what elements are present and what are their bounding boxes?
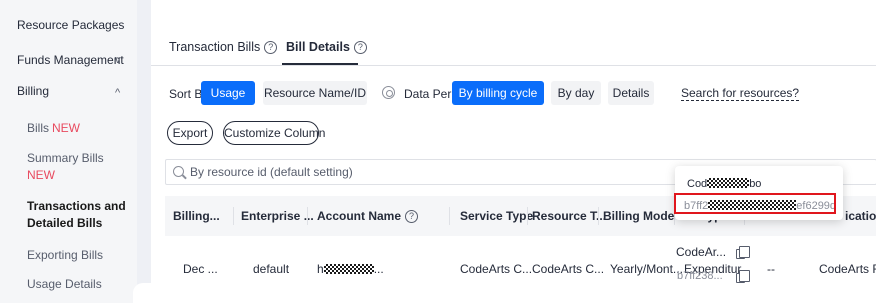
sidebar-item-transactions-detailed-bills[interactable]: Transactions and Detailed Bills — [27, 199, 126, 230]
column-separator[interactable] — [527, 207, 528, 225]
redacted-mosaic — [323, 264, 374, 274]
active-tab-indicator — [282, 63, 358, 65]
th-billing-mode[interactable]: Billing Mode — [603, 209, 674, 223]
cell-billing-mode: Yearly/Mont... — [610, 262, 683, 276]
period-details-button[interactable]: Details — [608, 81, 654, 105]
help-icon[interactable]: ? — [405, 210, 419, 223]
sidebar-divider — [137, 0, 151, 303]
chevron-down-icon[interactable]: v — [115, 54, 121, 66]
sidebar-item-label: Bills — [27, 121, 50, 135]
th-account-name[interactable]: Account Name? — [317, 209, 419, 223]
sidebar-item-billing[interactable]: Billing — [17, 84, 49, 98]
sidebar-item-label: Usage Details — [27, 277, 102, 291]
export-button[interactable]: Export — [167, 121, 213, 145]
sidebar-item-label: Exporting Bills — [27, 248, 104, 262]
sidebar-item-label: Resource Packages — [17, 18, 125, 32]
search-icon — [173, 166, 184, 177]
cell-application: CodeArts F... — [819, 262, 876, 276]
column-separator[interactable] — [449, 207, 450, 225]
help-icon[interactable]: ? — [353, 41, 367, 54]
cell-empty-dash: -- — [767, 262, 775, 276]
help-icon[interactable]: ? — [264, 41, 278, 54]
tooltip-text: bo — [749, 178, 762, 190]
column-separator[interactable] — [307, 207, 308, 225]
period-billing-cycle-button[interactable]: By billing cycle — [452, 81, 544, 105]
column-separator[interactable] — [598, 207, 599, 225]
tabs-divider — [151, 65, 876, 66]
sidebar-item-label-line2: Detailed Bills — [27, 216, 103, 230]
cell-resource-type: CodeArts C... — [532, 262, 605, 276]
sidebar: Resource Packages Funds Management v Bil… — [0, 0, 137, 303]
sidebar-item-exporting-bills[interactable]: Exporting Bills — [27, 248, 103, 262]
copy-icon[interactable] — [736, 270, 750, 283]
tooltip-resource-name: Cod bo — [687, 178, 761, 190]
tab-label: Bill Details — [286, 40, 350, 54]
tab-bill-details[interactable]: Bill Details? — [286, 40, 367, 54]
tooltip-text: Cod — [687, 178, 708, 190]
new-badge: NEW — [52, 121, 81, 135]
gear-icon[interactable] — [382, 86, 395, 99]
cell-service-type: CodeArts C... — [460, 262, 533, 276]
account-suffix: ... — [373, 262, 384, 276]
account-prefix: h — [317, 262, 324, 276]
highlight-box — [674, 193, 836, 214]
th-application[interactable]: icatio... — [845, 209, 876, 223]
new-badge: NEW — [27, 168, 55, 182]
sidebar-item-resource-packages[interactable]: Resource Packages — [17, 18, 124, 32]
search-input[interactable] — [190, 160, 750, 184]
redacted-mosaic — [707, 178, 750, 188]
period-by-day-button[interactable]: By day — [551, 81, 601, 105]
search-for-resources-link[interactable]: Search for resources? — [681, 86, 800, 101]
copy-icon[interactable] — [736, 246, 750, 259]
sidebar-item-label: Billing — [17, 84, 50, 98]
th-label: Account Name — [317, 209, 402, 223]
cell-account-name: h... — [317, 262, 384, 276]
cell-billing-cycle: Dec ... — [183, 262, 218, 276]
sidebar-item-label: Funds Management — [17, 53, 124, 67]
sidebar-item-usage-details[interactable]: Usage Details — [27, 277, 102, 291]
cell-enterprise-project: default — [253, 262, 290, 276]
tab-transaction-bills[interactable]: Transaction Bills? — [169, 40, 278, 54]
column-separator[interactable] — [233, 207, 234, 225]
th-resource-type[interactable]: Resource T... — [532, 209, 606, 223]
cell-resource-name[interactable]: CodeAr... — [676, 245, 726, 259]
new-badge-summary: NEW — [27, 168, 55, 182]
tab-label: Transaction Bills — [169, 40, 261, 54]
sidebar-item-bills[interactable]: Bills NEW — [27, 121, 80, 135]
sidebar-item-funds-management[interactable]: Funds Management — [17, 53, 124, 67]
chevron-up-icon[interactable]: ^ — [115, 87, 120, 99]
sidebar-collapse-handle[interactable] — [133, 283, 151, 303]
sidebar-item-label: Transactions and — [27, 199, 126, 213]
th-billing-cycle[interactable]: Billing... — [173, 209, 220, 223]
cell-resource-id[interactable]: b7ff238... — [677, 270, 723, 282]
th-service-type[interactable]: Service Type — [460, 209, 533, 223]
sort-resource-name-button[interactable]: Resource Name/ID — [263, 81, 367, 105]
main-content: Transaction Bills? Bill Details? Sort By… — [151, 0, 876, 303]
sidebar-item-label: Summary Bills — [27, 151, 104, 165]
th-enterprise-project[interactable]: Enterprise ... — [241, 209, 314, 223]
sidebar-item-summary-bills[interactable]: Summary Bills — [27, 151, 104, 165]
sort-usage-button[interactable]: Usage — [201, 81, 255, 105]
customize-column-button[interactable]: Customize Column — [223, 121, 325, 145]
